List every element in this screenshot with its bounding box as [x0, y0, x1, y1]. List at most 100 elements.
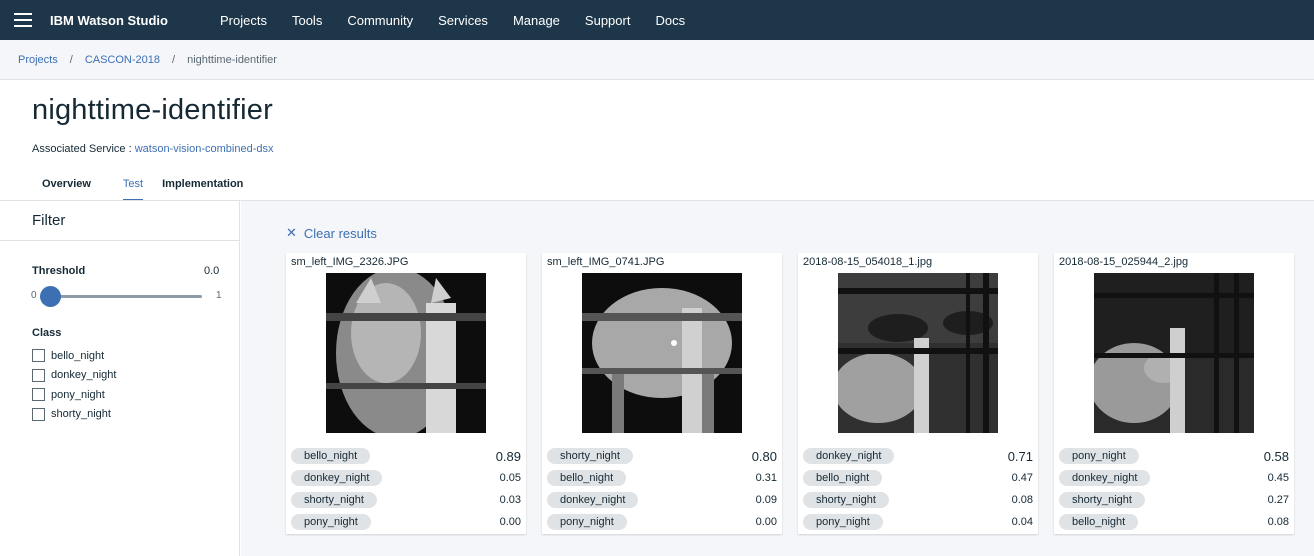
- checkbox[interactable]: [32, 407, 45, 421]
- score-value: 0.58: [1263, 448, 1289, 464]
- checkbox[interactable]: [32, 388, 45, 402]
- score-value: 0.00: [499, 516, 521, 528]
- threshold-slider-handle[interactable]: [40, 286, 61, 307]
- nav-tools[interactable]: Tools: [292, 13, 322, 28]
- score-row: shorty_night 0.03: [291, 489, 521, 511]
- slider-min-label: 0: [31, 290, 37, 301]
- test-image: [1094, 273, 1254, 433]
- image-filename: sm_left_IMG_0741.JPG: [547, 256, 665, 268]
- class-tag: bello_night: [803, 470, 883, 486]
- score-list: pony_night 0.58 donkey_night 0.45 shorty_nig…: [1059, 445, 1289, 533]
- class-tag: donkey_night: [547, 492, 639, 508]
- associated-service-label: Associated Service :: [32, 143, 132, 155]
- associated-service: Associated Service : watson-vision-combi…: [32, 143, 274, 155]
- class-tag: shorty_night: [291, 492, 377, 508]
- score-value: 0.05: [499, 472, 521, 484]
- checkbox[interactable]: [32, 349, 45, 363]
- class-tag: shorty_night: [1059, 492, 1145, 508]
- test-image: [326, 273, 486, 433]
- class-tag: donkey_night: [803, 448, 895, 464]
- class-option-label: bello_night: [51, 349, 105, 362]
- filter-title: Filter: [32, 212, 66, 229]
- class-tag: shorty_night: [803, 492, 889, 508]
- tab-overview[interactable]: Overview: [30, 170, 103, 201]
- nav-manage[interactable]: Manage: [513, 13, 560, 28]
- score-list: shorty_night 0.80 bello_night 0.31 donkey_ni…: [547, 445, 777, 533]
- score-row: donkey_night 0.09: [547, 489, 777, 511]
- score-value: 0.09: [755, 494, 777, 506]
- close-icon: ✕: [286, 225, 297, 240]
- class-tag: bello_night: [1059, 514, 1139, 530]
- hamburger-menu-icon[interactable]: [14, 13, 32, 27]
- score-value: 0.27: [1267, 494, 1289, 506]
- breadcrumb-projects[interactable]: Projects: [18, 54, 58, 66]
- associated-service-link[interactable]: watson-vision-combined-dsx: [135, 143, 274, 155]
- nav-projects[interactable]: Projects: [220, 13, 267, 28]
- score-row: bello_night 0.31: [547, 467, 777, 489]
- class-tag: pony_night: [547, 514, 627, 530]
- score-row: pony_night 0.04: [803, 511, 1033, 533]
- class-tag: pony_night: [291, 514, 371, 530]
- score-value: 0.08: [1267, 516, 1289, 528]
- score-list: bello_night 0.89 donkey_night 0.05 shorty_ni…: [291, 445, 521, 533]
- tab-bar: Overview Test Implementation: [30, 170, 255, 201]
- nav-services[interactable]: Services: [438, 13, 488, 28]
- score-row: pony_night 0.00: [291, 511, 521, 533]
- divider: [0, 240, 240, 241]
- main-nav: Projects Tools Community Services Manage…: [220, 13, 710, 28]
- class-option-label: pony_night: [51, 388, 105, 401]
- nav-docs[interactable]: Docs: [655, 13, 685, 28]
- page-title: nighttime-identifier: [32, 94, 273, 126]
- class-label: Class: [32, 327, 62, 339]
- top-nav-bar: IBM Watson Studio Projects Tools Communi…: [0, 0, 1314, 40]
- result-card: sm_left_IMG_0741.JPG shorty_night 0.80 bell…: [542, 253, 782, 534]
- score-value: 0.08: [1011, 494, 1033, 506]
- class-option-shorty[interactable]: shorty_night: [32, 405, 116, 425]
- class-list: bello_night donkey_night pony_night shor…: [32, 346, 116, 424]
- checkbox[interactable]: [32, 368, 45, 382]
- class-tag: bello_night: [547, 470, 627, 486]
- test-image: [838, 273, 998, 433]
- score-row: donkey_night 0.71: [803, 445, 1033, 467]
- score-row: donkey_night 0.45: [1059, 467, 1289, 489]
- score-row: bello_night 0.08: [1059, 511, 1289, 533]
- score-value: 0.80: [751, 448, 777, 464]
- class-tag: pony_night: [1059, 448, 1139, 464]
- score-list: donkey_night 0.71 bello_night 0.47 shorty_ni…: [803, 445, 1033, 533]
- tab-implementation[interactable]: Implementation: [162, 170, 255, 201]
- score-value: 0.00: [755, 516, 777, 528]
- class-option-donkey[interactable]: donkey_night: [32, 366, 116, 386]
- score-value: 0.04: [1011, 516, 1033, 528]
- score-row: pony_night 0.00: [547, 511, 777, 533]
- breadcrumb-cascon[interactable]: CASCON-2018: [85, 54, 160, 66]
- image-filename: 2018-08-15_025944_2.jpg: [1059, 256, 1189, 268]
- results-panel: ✕ Clear results sm_left_IMG_2326.JPGbell…: [241, 201, 1314, 556]
- score-row: shorty_night 0.08: [803, 489, 1033, 511]
- score-row: shorty_night 0.80: [547, 445, 777, 467]
- class-option-pony[interactable]: pony_night: [32, 385, 116, 405]
- result-card: 2018-08-15_025944_2.jpg pony_night 0.58 don…: [1054, 253, 1294, 534]
- class-option-bello[interactable]: bello_night: [32, 346, 116, 366]
- class-tag: shorty_night: [547, 448, 633, 464]
- image-filename: sm_left_IMG_2326.JPG: [291, 256, 409, 268]
- class-option-label: donkey_night: [51, 369, 117, 382]
- score-value: 0.89: [495, 448, 521, 464]
- result-card: 2018-08-15_054018_1.jpg donkey_night 0.71 b…: [798, 253, 1038, 534]
- tab-test[interactable]: Test: [122, 170, 144, 201]
- breadcrumb: Projects / CASCON-2018 / nighttime-ident…: [0, 40, 1314, 80]
- score-value: 0.47: [1011, 472, 1033, 484]
- result-card: sm_left_IMG_2326.JPG bello_night 0.89 donke…: [286, 253, 526, 534]
- filter-sidebar: Filter Threshold 0.0 0 1 Class bello_nig…: [0, 201, 240, 556]
- nav-support[interactable]: Support: [585, 13, 631, 28]
- slider-max-label: 1: [216, 290, 222, 301]
- score-value: 0.03: [499, 494, 521, 506]
- breadcrumb-separator: /: [172, 53, 176, 66]
- class-tag: donkey_night: [1059, 470, 1151, 486]
- class-tag: bello_night: [291, 448, 371, 464]
- clear-results-button[interactable]: ✕ Clear results: [286, 225, 377, 241]
- breadcrumb-separator: /: [69, 53, 73, 66]
- nav-community[interactable]: Community: [347, 13, 413, 28]
- threshold-slider-track[interactable]: [42, 295, 202, 298]
- app-title[interactable]: IBM Watson Studio: [50, 13, 220, 28]
- score-value: 0.45: [1267, 472, 1289, 484]
